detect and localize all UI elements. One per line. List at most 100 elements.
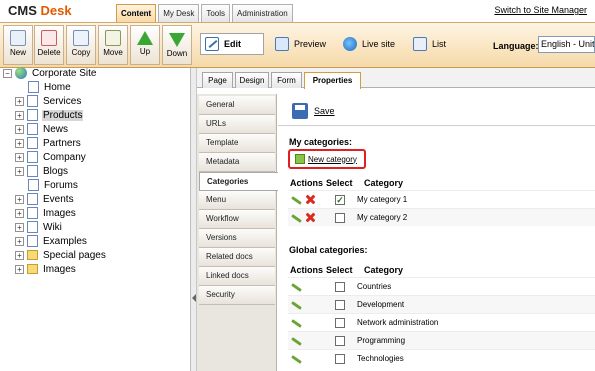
menu-categories[interactable]: Categories <box>199 172 279 191</box>
tree-item-news[interactable]: + News <box>15 122 69 136</box>
expand-icon[interactable]: + <box>15 250 24 260</box>
tree-item-wiki[interactable]: + Wiki <box>15 220 63 234</box>
app-header: CMS Desk Content My Desk Tools Administr… <box>0 0 595 22</box>
tree-item-label: Special pages <box>43 249 106 261</box>
copy-document-icon <box>73 30 89 46</box>
up-button[interactable]: Up <box>130 25 160 65</box>
edit-pencil-icon[interactable] <box>291 195 301 205</box>
page-icon <box>27 207 38 219</box>
menu-workflow[interactable]: Workflow <box>199 210 275 229</box>
edit-pencil-icon[interactable] <box>291 354 301 364</box>
arrow-up-icon <box>137 31 153 45</box>
expand-icon[interactable]: + <box>15 236 24 246</box>
tree-item-examples[interactable]: + Examples <box>15 234 88 248</box>
delete-button[interactable]: Delete <box>34 25 64 65</box>
collapse-panel-icon[interactable] <box>192 294 196 302</box>
header-select: Select <box>326 178 353 188</box>
new-category-button[interactable]: New category <box>288 149 366 169</box>
tree-item-blogs[interactable]: + Blogs <box>15 164 69 178</box>
edit-icon <box>205 37 219 51</box>
header-actions: Actions <box>290 265 324 275</box>
tab-my-desk[interactable]: My Desk <box>158 4 200 22</box>
menu-related-docs[interactable]: Related docs <box>199 248 275 267</box>
menu-linked-docs[interactable]: Linked docs <box>199 267 275 286</box>
tree-item-label: Products <box>42 109 84 121</box>
expand-icon[interactable]: + <box>15 124 24 134</box>
menu-menu[interactable]: Menu <box>199 191 275 210</box>
move-button[interactable]: Move <box>98 25 128 65</box>
edit-pencil-icon[interactable] <box>291 318 301 328</box>
tree-item-products[interactable]: + Products <box>15 108 84 122</box>
tree-item-forums[interactable]: Forums <box>28 178 79 192</box>
menu-metadata[interactable]: Metadata <box>199 153 275 172</box>
expand-icon[interactable]: + <box>15 152 24 162</box>
language-select[interactable]: English - United States <box>538 36 595 53</box>
edit-mode-button[interactable]: Edit <box>200 33 264 55</box>
expand-icon[interactable]: + <box>15 110 24 120</box>
select-checkbox[interactable] <box>335 300 345 310</box>
menu-urls[interactable]: URLs <box>199 115 275 134</box>
expand-icon[interactable]: + <box>15 96 24 106</box>
header-category: Category <box>364 265 404 275</box>
edit-pencil-icon[interactable] <box>291 282 301 292</box>
main-tabs: Content My Desk Tools Administration <box>116 4 295 22</box>
tree-item-company[interactable]: + Company <box>15 150 87 164</box>
select-checkbox[interactable] <box>335 336 345 346</box>
delete-x-icon[interactable] <box>305 194 316 205</box>
save-button[interactable]: Save <box>292 103 335 119</box>
new-button-label: New <box>9 48 26 57</box>
header-select: Select <box>326 265 353 275</box>
tab-properties[interactable]: Properties <box>304 72 361 89</box>
select-checkbox[interactable] <box>335 318 345 328</box>
global-categories-title: Global categories: <box>289 245 368 255</box>
edit-pencil-icon[interactable] <box>291 213 301 223</box>
tree-item-images[interactable]: + Images <box>15 206 77 220</box>
preview-mode-button[interactable]: Preview <box>270 33 331 55</box>
copy-button[interactable]: Copy <box>66 25 96 65</box>
table-row: Countries <box>288 277 595 295</box>
select-checkbox[interactable] <box>335 354 345 364</box>
menu-general[interactable]: General <box>199 96 275 115</box>
expand-icon[interactable]: + <box>15 194 24 204</box>
tab-form[interactable]: Form <box>271 72 302 88</box>
header-actions: Actions <box>290 178 324 188</box>
tree-item-images-folder[interactable]: + Images <box>15 262 77 276</box>
tree-item-partners[interactable]: + Partners <box>15 136 82 150</box>
page-icon <box>27 193 38 205</box>
switch-to-site-manager-link[interactable]: Switch to Site Manager <box>494 5 587 15</box>
down-button[interactable]: Down <box>162 25 192 65</box>
delete-button-label: Delete <box>37 48 61 57</box>
grid-header: Actions Select Category <box>288 263 595 277</box>
tab-tools[interactable]: Tools <box>201 4 231 22</box>
expand-icon[interactable]: + <box>15 138 24 148</box>
tree-item-events[interactable]: + Events <box>15 192 75 206</box>
edit-pencil-icon[interactable] <box>291 300 301 310</box>
select-checkbox[interactable]: ✓ <box>335 195 345 205</box>
live-site-mode-button[interactable]: Live site <box>338 33 400 55</box>
new-document-icon <box>10 30 26 46</box>
tree-item-special-pages[interactable]: + Special pages <box>15 248 107 262</box>
tab-administration[interactable]: Administration <box>232 4 293 22</box>
logo-cms-text: CMS <box>8 3 37 18</box>
select-checkbox[interactable] <box>335 213 345 223</box>
tab-page[interactable]: Page <box>202 72 233 88</box>
expand-icon[interactable]: + <box>15 166 24 176</box>
expand-icon[interactable]: + <box>15 264 24 274</box>
tree-item-home[interactable]: Home <box>28 80 72 94</box>
tab-content[interactable]: Content <box>116 4 157 22</box>
select-checkbox[interactable] <box>335 282 345 292</box>
delete-x-icon[interactable] <box>305 212 316 223</box>
list-mode-button[interactable]: List <box>408 33 451 55</box>
tree-root[interactable]: − Corporate Site <box>3 66 97 80</box>
expand-icon[interactable]: + <box>15 208 24 218</box>
collapse-icon[interactable]: − <box>3 68 12 78</box>
tree-item-services[interactable]: + Services <box>15 94 82 108</box>
new-button[interactable]: New <box>3 25 33 65</box>
expand-icon[interactable]: + <box>15 222 24 232</box>
table-row: Development <box>288 295 595 313</box>
menu-security[interactable]: Security <box>199 286 275 305</box>
tab-design[interactable]: Design <box>235 72 269 88</box>
menu-template[interactable]: Template <box>199 134 275 153</box>
edit-pencil-icon[interactable] <box>291 336 301 346</box>
menu-versions[interactable]: Versions <box>199 229 275 248</box>
